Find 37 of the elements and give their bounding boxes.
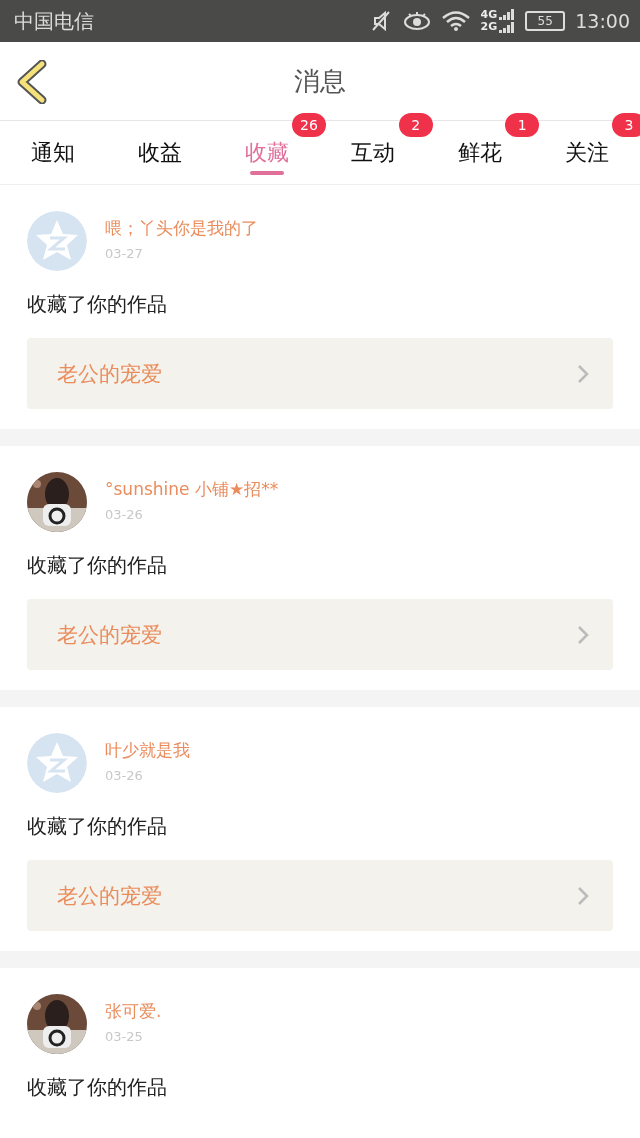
tab[interactable]: 关注 <box>564 137 609 168</box>
user-name[interactable]: 张可爱. <box>105 1000 162 1023</box>
back-icon[interactable] <box>16 60 48 104</box>
tab-indicator <box>249 171 284 175</box>
default-avatar-icon <box>27 733 87 793</box>
default-avatar-icon <box>27 211 87 271</box>
battery-indicator: 55 <box>525 11 566 31</box>
message-text: 收藏了你的作品 <box>27 1074 168 1101</box>
tab[interactable]: 收藏 <box>244 137 289 168</box>
tab[interactable]: 收益 <box>138 137 182 168</box>
chevron-icon <box>577 624 589 645</box>
user-name[interactable]: 喂；丫头你是我的了 <box>105 217 258 240</box>
wifi-icon <box>440 10 471 32</box>
user-name[interactable]: 叶少就是我 <box>105 739 190 762</box>
user-name[interactable]: °sunshine 小铺★招** <box>105 478 279 501</box>
count-badge: 1 <box>505 113 540 137</box>
carrier-name: 中国电信 <box>14 7 94 35</box>
signal-icon <box>499 9 516 33</box>
message-text: 收藏了你的作品 <box>27 813 168 840</box>
chevron-icon <box>577 885 589 906</box>
count-badge: 26 <box>292 113 326 137</box>
eye-icon <box>402 11 431 31</box>
count-badge: 3 <box>612 113 640 137</box>
network-label: 2G <box>480 21 498 33</box>
message-text: 收藏了你的作品 <box>27 552 168 579</box>
clock-time: 13:00 <box>575 10 630 32</box>
network-label: 4G <box>480 9 498 21</box>
tab[interactable]: 互动 <box>351 137 396 168</box>
work-link[interactable]: 老公的宠爱 <box>27 599 613 670</box>
message-text: 收藏了你的作品 <box>27 291 168 318</box>
count-badge: 2 <box>398 113 433 137</box>
page-title: 消息 <box>294 64 346 98</box>
chevron-icon <box>577 363 589 384</box>
tab[interactable]: 通知 <box>31 137 76 168</box>
work-link[interactable]: 老公的宠爱 <box>27 860 613 931</box>
work-link[interactable]: 老公的宠爱 <box>27 338 613 409</box>
tab[interactable]: 鲜花 <box>458 137 502 168</box>
